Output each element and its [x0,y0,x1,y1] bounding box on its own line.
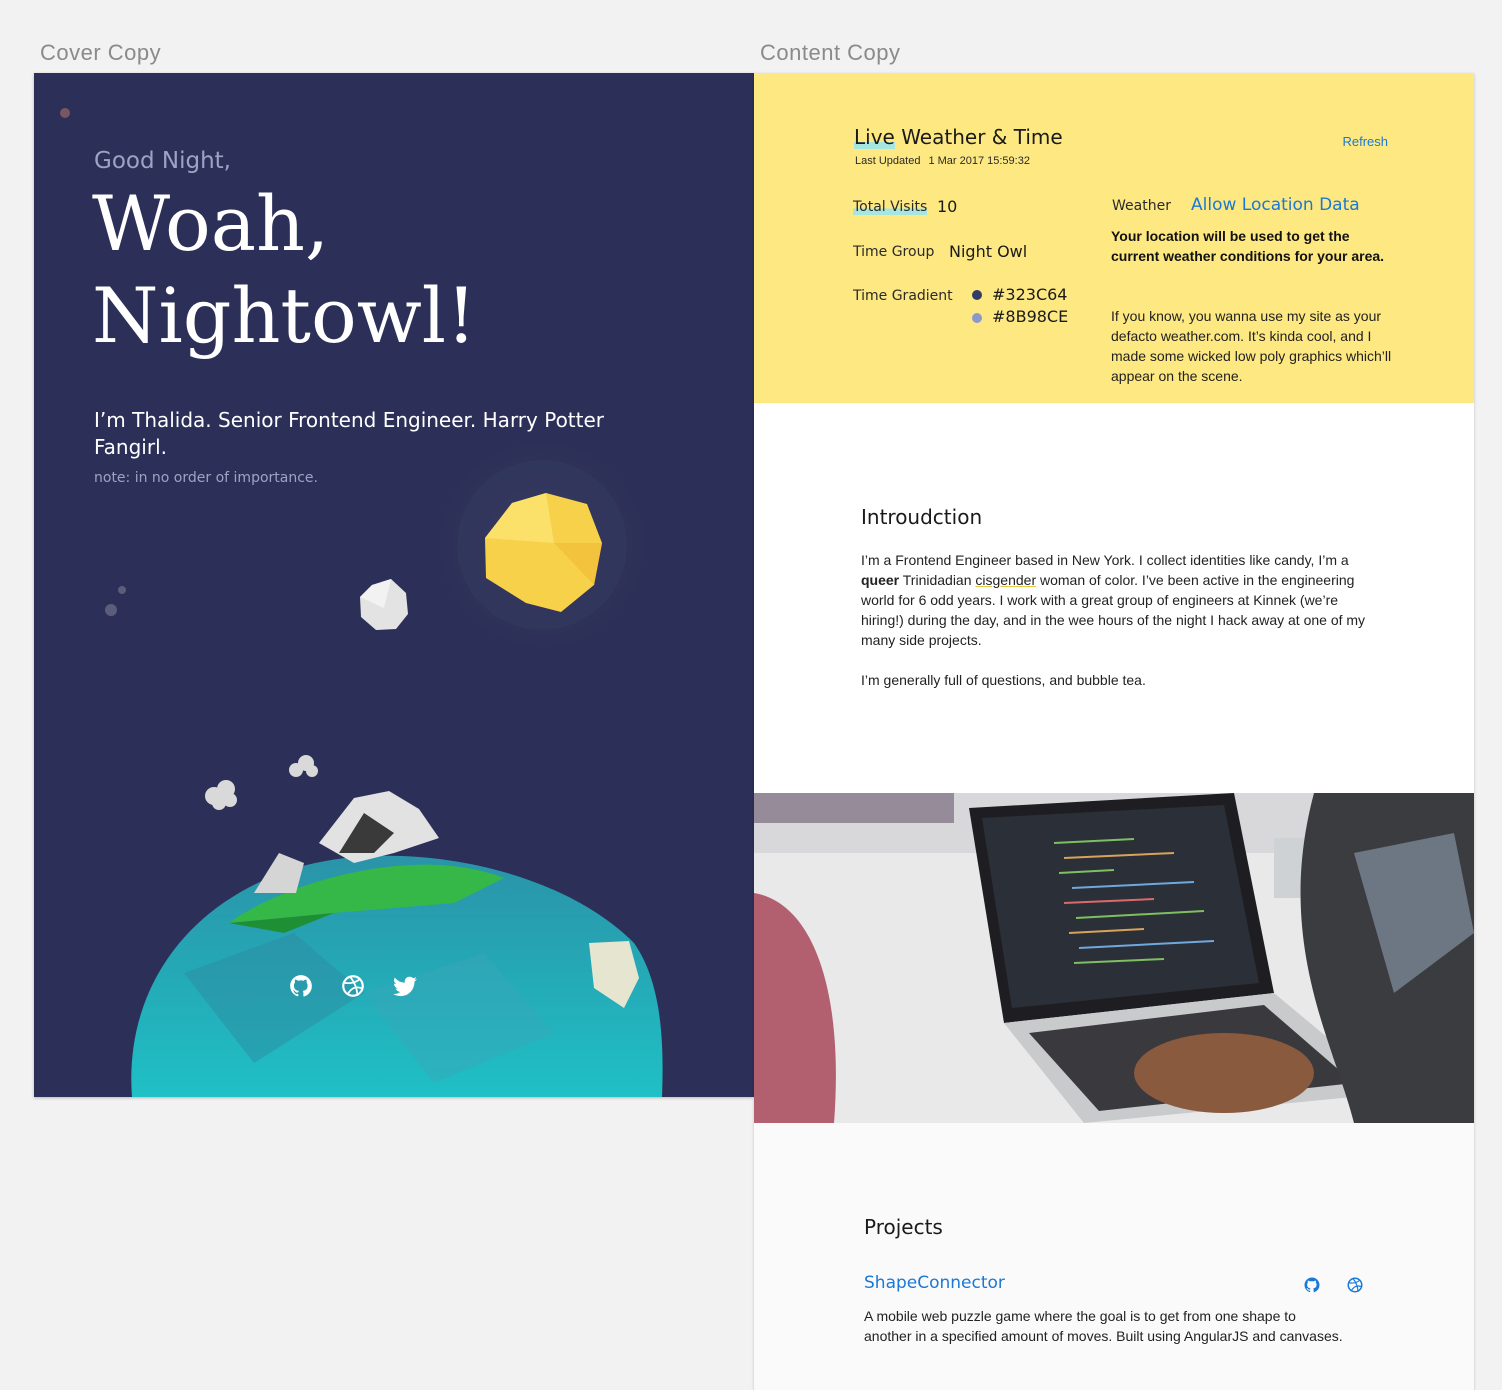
content-artboard: Live Weather & Time Last Updated 1 Mar 20… [754,73,1474,1390]
content-artboard-label: Content Copy [760,40,901,65]
time-group-label: Time Group [853,244,935,260]
cover-artboard: Good Night, Woah, Nightowl! I’m Thalida.… [34,73,754,1097]
gradient-color-1: #323C64 [992,285,1068,304]
project-name-link[interactable]: ShapeConnector [864,1273,1005,1293]
projects-section: Projects ShapeConnector A mobile web puz… [754,1123,1474,1390]
time-gradient-label: Time Gradient [853,288,953,304]
planet-dot [60,108,70,118]
introduction-title: Introudction [861,505,983,529]
planet-dot [105,604,117,616]
dribbble-icon[interactable] [1346,1276,1364,1294]
github-icon[interactable] [1303,1276,1321,1294]
intro-paragraph-1: I’m a Frontend Engineer based in New Yor… [861,550,1381,650]
total-visits-label: Total Visits [853,199,928,215]
weather-panel-title: Live Weather & Time [854,125,1063,149]
last-updated-value: 1 Mar 2017 15:59:32 [928,155,1030,167]
headline: Woah, Nightowl! [92,179,477,360]
tagline: I’m Thalida. Senior Frontend Engineer. H… [94,408,605,459]
dribbble-icon[interactable] [340,973,366,999]
social-links [288,973,418,999]
github-icon[interactable] [288,973,314,999]
title-rest: Weather & Time [894,125,1063,149]
greeting: Good Night, [94,148,231,174]
cloud [205,780,237,810]
weather-label: Weather [1112,198,1171,214]
last-updated-label: Last Updated [855,155,921,167]
project-links [1303,1276,1364,1294]
gradient-swatch-light [972,313,982,323]
intro-text: Trinidadian [899,572,976,588]
laptop-display [982,805,1259,1008]
intro-text: I’m a Frontend Engineer based in New Yor… [861,552,1349,568]
laptop-coding-photo [754,793,1474,1123]
projects-title: Projects [864,1215,943,1239]
location-note: Your location will be used to get the cu… [1111,228,1385,264]
title-highlight: Live [854,125,895,149]
importance-note: note: in no order of importance. [94,470,318,486]
allow-location-link[interactable]: Allow Location Data [1191,195,1360,215]
cloud [289,755,318,777]
cover-artboard-label: Cover Copy [40,40,162,65]
introduction-body: I’m a Frontend Engineer based in New Yor… [861,550,1381,690]
intro-spellcheck-word: cisgender [975,572,1037,588]
intro-paragraph-2: I’m generally full of questions, and bub… [861,672,1146,688]
location-description: If you know, you wanna use my site as yo… [1111,308,1392,384]
hand [1134,1033,1314,1113]
last-updated: Last Updated 1 Mar 2017 15:59:32 [855,155,1030,167]
project-description: A mobile web puzzle game where the goal … [864,1308,1343,1344]
refresh-button[interactable]: Refresh [1342,134,1388,149]
intro-emphasis: queer [861,572,900,588]
planet-dot [118,586,126,594]
time-group-value: Night Owl [949,242,1028,261]
gradient-color-2: #8B98CE [992,307,1069,326]
twitter-icon[interactable] [392,973,418,999]
gradient-swatch-dark [972,290,982,300]
total-visits-value: 10 [937,197,958,216]
mountain [254,853,304,893]
weather-panel: Live Weather & Time Last Updated 1 Mar 20… [754,73,1474,403]
